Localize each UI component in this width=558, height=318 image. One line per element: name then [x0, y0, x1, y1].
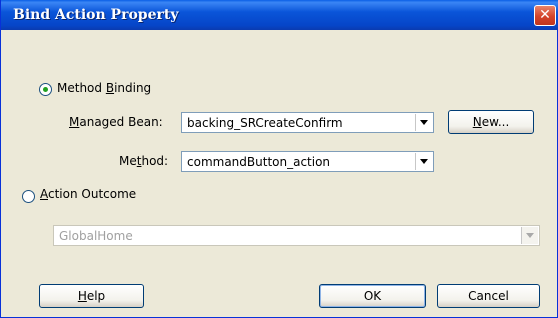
radio-selected-dot — [43, 87, 48, 92]
method-binding-radio[interactable] — [39, 83, 52, 96]
title-bar[interactable]: Bind Action Property ✕ — [1, 0, 558, 30]
new-button[interactable]: New... — [448, 110, 534, 134]
action-outcome-radio[interactable] — [22, 190, 35, 203]
chevron-down-icon — [420, 159, 428, 164]
action-outcome-dropdown-button[interactable] — [521, 227, 538, 244]
dialog-title: Bind Action Property — [13, 7, 179, 23]
managed-bean-select[interactable]: backing_SRCreateConfirm — [181, 112, 434, 133]
chevron-down-icon — [420, 120, 428, 125]
close-button[interactable]: ✕ — [534, 5, 556, 26]
method-binding-label[interactable]: Method Binding — [57, 81, 151, 95]
managed-bean-dropdown-button[interactable] — [415, 114, 432, 131]
managed-bean-value: backing_SRCreateConfirm — [187, 116, 343, 130]
managed-bean-label: Managed Bean: — [69, 115, 163, 129]
action-outcome-select[interactable]: GlobalHome — [53, 225, 540, 246]
help-button[interactable]: Help — [39, 284, 144, 308]
method-label: Method: — [119, 154, 169, 168]
action-outcome-label[interactable]: Action Outcome — [40, 187, 136, 201]
cancel-button[interactable]: Cancel — [437, 284, 540, 308]
ok-button[interactable]: OK — [319, 284, 426, 308]
chevron-down-icon — [526, 233, 534, 238]
bind-action-property-dialog: Bind Action Property ✕ Method Binding Ma… — [0, 0, 558, 318]
method-value: commandButton_action — [187, 155, 331, 169]
action-outcome-value: GlobalHome — [59, 229, 133, 243]
close-icon: ✕ — [539, 7, 551, 23]
method-dropdown-button[interactable] — [415, 153, 432, 170]
method-select[interactable]: commandButton_action — [181, 151, 434, 172]
